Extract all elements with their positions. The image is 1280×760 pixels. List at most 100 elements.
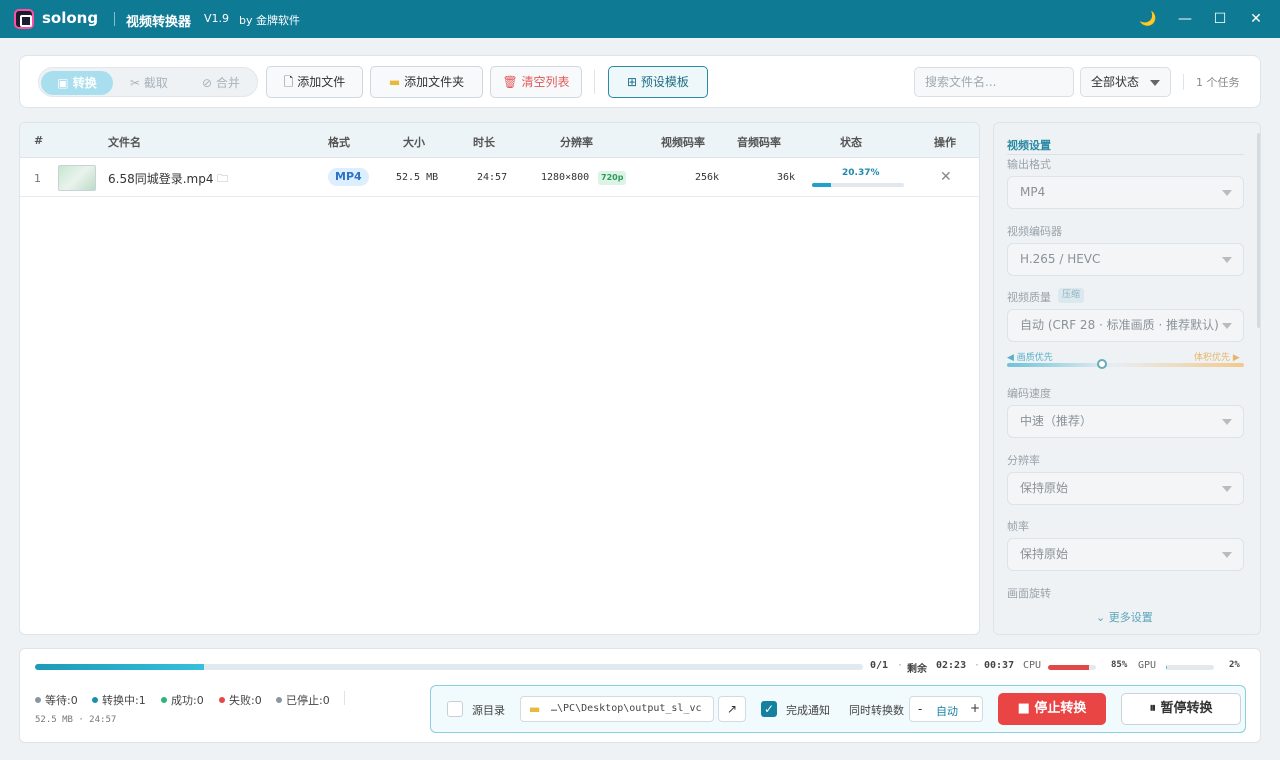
elapsed-time: 00:37 — [984, 660, 1015, 671]
col-duration: 时长 — [473, 136, 495, 149]
resolution-select[interactable]: 保持原始 — [1007, 472, 1244, 505]
quality-slider-handle[interactable] — [1096, 359, 1107, 369]
mode-switch: ▣ 转换 ✂ 截取 ⊘ 合并 — [38, 67, 258, 97]
mode-label: 转换 — [72, 76, 97, 90]
pause-conversion-button[interactable]: ⏸ 暂停转换 — [1121, 693, 1241, 725]
resolution-label: 分辨率 — [1007, 454, 1040, 467]
resolution-value: 保持原始 — [1020, 481, 1069, 495]
speed-select[interactable]: 中速（推荐） — [1007, 405, 1244, 438]
remove-row-icon[interactable]: ✕ — [940, 169, 952, 185]
app-author: by 金牌软件 — [239, 14, 300, 27]
count-label: 等待:0 — [45, 694, 78, 707]
grid-icon: ⊞ — [627, 75, 641, 89]
count-label: 成功:0 — [171, 694, 204, 707]
output-format-label: 输出格式 — [1007, 158, 1051, 171]
stop-conversion-button[interactable]: ■ 停止转换 — [998, 693, 1106, 725]
maximize-icon[interactable]: ☐ — [1209, 8, 1231, 30]
status-panel: 0/1 · 剩余 02:23 · 00:37 CPU 85% GPU 2% 等待… — [19, 648, 1261, 743]
concurrent-value: 自动 — [936, 705, 958, 718]
close-icon[interactable]: ✕ — [1245, 8, 1267, 30]
quality-priority-label: ◀ 画质优先 — [1007, 353, 1053, 363]
status-dot — [219, 697, 225, 703]
mode-convert[interactable]: ▣ 转换 — [41, 71, 113, 95]
app-logo-icon — [14, 9, 34, 29]
cpu-value: 85% — [1111, 660, 1128, 670]
audio-bitrate: 36k — [777, 172, 796, 183]
row-index: 1 — [34, 172, 41, 185]
encoder-select[interactable]: H.265 / HEVC — [1007, 243, 1244, 276]
overall-progress-bar — [35, 664, 863, 670]
open-folder-icon[interactable]: 🗀 — [217, 170, 228, 189]
speed-value: 中速（推荐） — [1020, 414, 1093, 428]
minimize-icon[interactable]: — — [1174, 8, 1196, 30]
increment-button[interactable]: + — [970, 701, 980, 715]
preset-button[interactable]: ⊞ 预设模板 — [608, 66, 708, 98]
mode-label: 截取 — [143, 76, 168, 90]
source-dir-checkbox[interactable] — [447, 701, 463, 717]
video-thumbnail — [58, 165, 96, 191]
convert-icon: ▣ — [57, 76, 73, 90]
status-dot — [276, 697, 282, 703]
output-path-field[interactable]: ▬ …\PC\Desktop\output_sl_vc — [520, 696, 714, 722]
col-resolution: 分辨率 — [560, 136, 593, 149]
table-row[interactable]: 1 6.58同城登录.mp4 🗀 MP4 52.5 MB 24:57 1280×… — [20, 159, 979, 197]
link-icon: ⊘ — [202, 76, 216, 90]
gpu-value: 2% — [1229, 660, 1240, 670]
clear-list-button[interactable]: 🗑 清空列表 — [490, 66, 582, 98]
speed-label: 编码速度 — [1007, 387, 1051, 400]
status-dot — [92, 697, 98, 703]
decrement-button[interactable]: - — [918, 702, 922, 716]
encoder-label: 视频编码器 — [1007, 225, 1062, 238]
quality-select[interactable]: 自动 (CRF 28 · 标准画质 · 推荐默认) — [1007, 309, 1244, 342]
col-actions: 操作 — [934, 136, 956, 149]
mode-merge[interactable]: ⊘ 合并 — [185, 71, 257, 95]
task-count: 1 个任务 — [1196, 76, 1240, 89]
quality-value: 自动 (CRF 28 · 标准画质 · 推荐默认) — [1020, 318, 1219, 332]
fps-value: 保持原始 — [1020, 547, 1069, 561]
mode-cut[interactable]: ✂ 截取 — [113, 71, 185, 95]
more-settings-link[interactable]: ⌄ 更多设置 — [1096, 609, 1153, 625]
source-dir-label: 源目录 — [472, 704, 505, 717]
mode-label: 合并 — [215, 76, 240, 90]
progress-fill — [812, 183, 831, 187]
file-name: 6.58同城登录.mp4 — [108, 172, 214, 186]
task-progress-count: 0/1 — [870, 660, 889, 671]
quality-label: 视频质量 — [1007, 291, 1051, 304]
size-priority-label: 体积优先 ▶ — [1194, 353, 1240, 363]
file-icon: 🗋 — [283, 75, 298, 89]
add-file-button[interactable]: 🗋 添加文件 — [266, 66, 363, 98]
status-dot — [35, 697, 41, 703]
notify-label: 完成通知 — [786, 704, 830, 717]
moon-icon[interactable]: 🌙 — [1137, 8, 1159, 30]
external-link-icon: ↗ — [726, 702, 738, 716]
fps-select[interactable]: 保持原始 — [1007, 538, 1244, 571]
panel-scrollbar[interactable] — [1257, 133, 1260, 328]
output-format-select[interactable]: MP4 — [1007, 176, 1244, 209]
progress-bar — [812, 183, 904, 187]
overall-progress-fill — [35, 664, 204, 670]
settings-panel: 视频设置 输出格式 MP4 视频编码器 H.265 / HEVC 视频质量 压缩… — [993, 122, 1261, 635]
file-duration: 24:57 — [477, 172, 508, 183]
status-filter-select[interactable]: 全部状态 — [1080, 67, 1171, 97]
conversion-controls: 源目录 ▬ …\PC\Desktop\output_sl_vc ↗ ✓ 完成通知… — [430, 685, 1246, 733]
resolution-badge: 720p — [598, 171, 627, 185]
count-waiting: 等待:0 — [35, 692, 78, 708]
col-format: 格式 — [328, 136, 350, 149]
col-size: 大小 — [403, 136, 425, 149]
rotate-label: 画面旋转 — [1007, 587, 1051, 600]
stat-separator: · — [974, 660, 981, 671]
open-output-button[interactable]: ↗ — [718, 696, 746, 722]
settings-title: 视频设置 — [1007, 139, 1051, 152]
col-index: # — [34, 134, 44, 147]
chevron-down-icon — [1222, 552, 1232, 558]
status-dot — [161, 697, 167, 703]
cpu-usage-bar — [1048, 665, 1096, 670]
search-input[interactable] — [914, 67, 1074, 97]
quality-slider[interactable] — [1007, 363, 1244, 367]
file-size: 52.5 MB — [396, 172, 439, 183]
add-folder-button[interactable]: ▬ 添加文件夹 — [370, 66, 483, 98]
chevron-down-icon — [1150, 80, 1160, 86]
progress-text: 20.37% — [842, 168, 880, 178]
notify-checkbox[interactable]: ✓ — [761, 701, 777, 717]
file-list: # 文件名 格式 大小 时长 分辨率 视频码率 音频码率 状态 操作 1 6.5… — [19, 122, 980, 635]
